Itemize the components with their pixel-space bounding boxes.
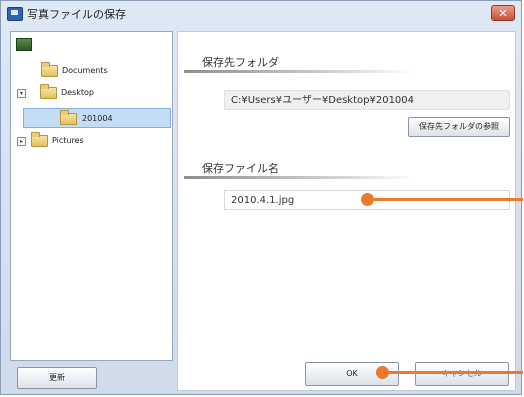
computer-icon — [16, 38, 32, 51]
tree-item-label: Documents — [62, 66, 108, 75]
browse-folder-button[interactable]: 保存先フォルダの参照 — [408, 117, 510, 137]
folder-icon — [41, 62, 58, 77]
refresh-button[interactable]: 更新 — [17, 367, 97, 389]
folder-icon — [40, 84, 57, 99]
tree-item-201004[interactable]: 201004 — [23, 108, 171, 128]
save-folder-heading: 保存先フォルダ — [202, 56, 279, 69]
cancel-button[interactable]: キャンセル — [415, 362, 509, 386]
tree-item-pictures[interactable]: ▸ Pictures — [11, 132, 171, 151]
folder-icon — [31, 132, 48, 147]
tree-item-desktop[interactable]: ▾ Desktop — [11, 84, 171, 103]
tree-item-label: Pictures — [52, 136, 84, 145]
section-divider — [184, 70, 414, 73]
close-button[interactable]: ✕ — [491, 5, 515, 21]
file-name-heading: 保存ファイル名 — [202, 162, 279, 175]
tree-item-label: 201004 — [82, 114, 113, 123]
folder-icon — [60, 110, 77, 125]
app-icon — [7, 7, 23, 21]
save-settings-panel: 保存先フォルダ C:¥Users¥ユーザー¥Desktop¥201004 保存先… — [177, 31, 516, 391]
save-folder-path-field: C:¥Users¥ユーザー¥Desktop¥201004 — [224, 90, 510, 110]
collapse-arrow-icon[interactable]: ▾ — [17, 89, 26, 98]
title-bar[interactable]: 写真ファイルの保存 ✕ — [1, 1, 521, 27]
callout-line — [387, 371, 523, 374]
callout-line — [372, 198, 523, 201]
tree-item-label: Desktop — [61, 88, 94, 97]
expand-arrow-icon[interactable]: ▸ — [17, 137, 26, 146]
tree-item-documents[interactable]: Documents — [11, 62, 171, 81]
folder-tree[interactable]: Documents ▾ Desktop 201004 ▸ Pictures — [10, 31, 173, 361]
save-photo-dialog: 写真ファイルの保存 ✕ Documents ▾ Desktop 201004 ▸… — [0, 0, 523, 395]
section-divider — [184, 176, 414, 179]
window-title: 写真ファイルの保存 — [27, 8, 126, 21]
